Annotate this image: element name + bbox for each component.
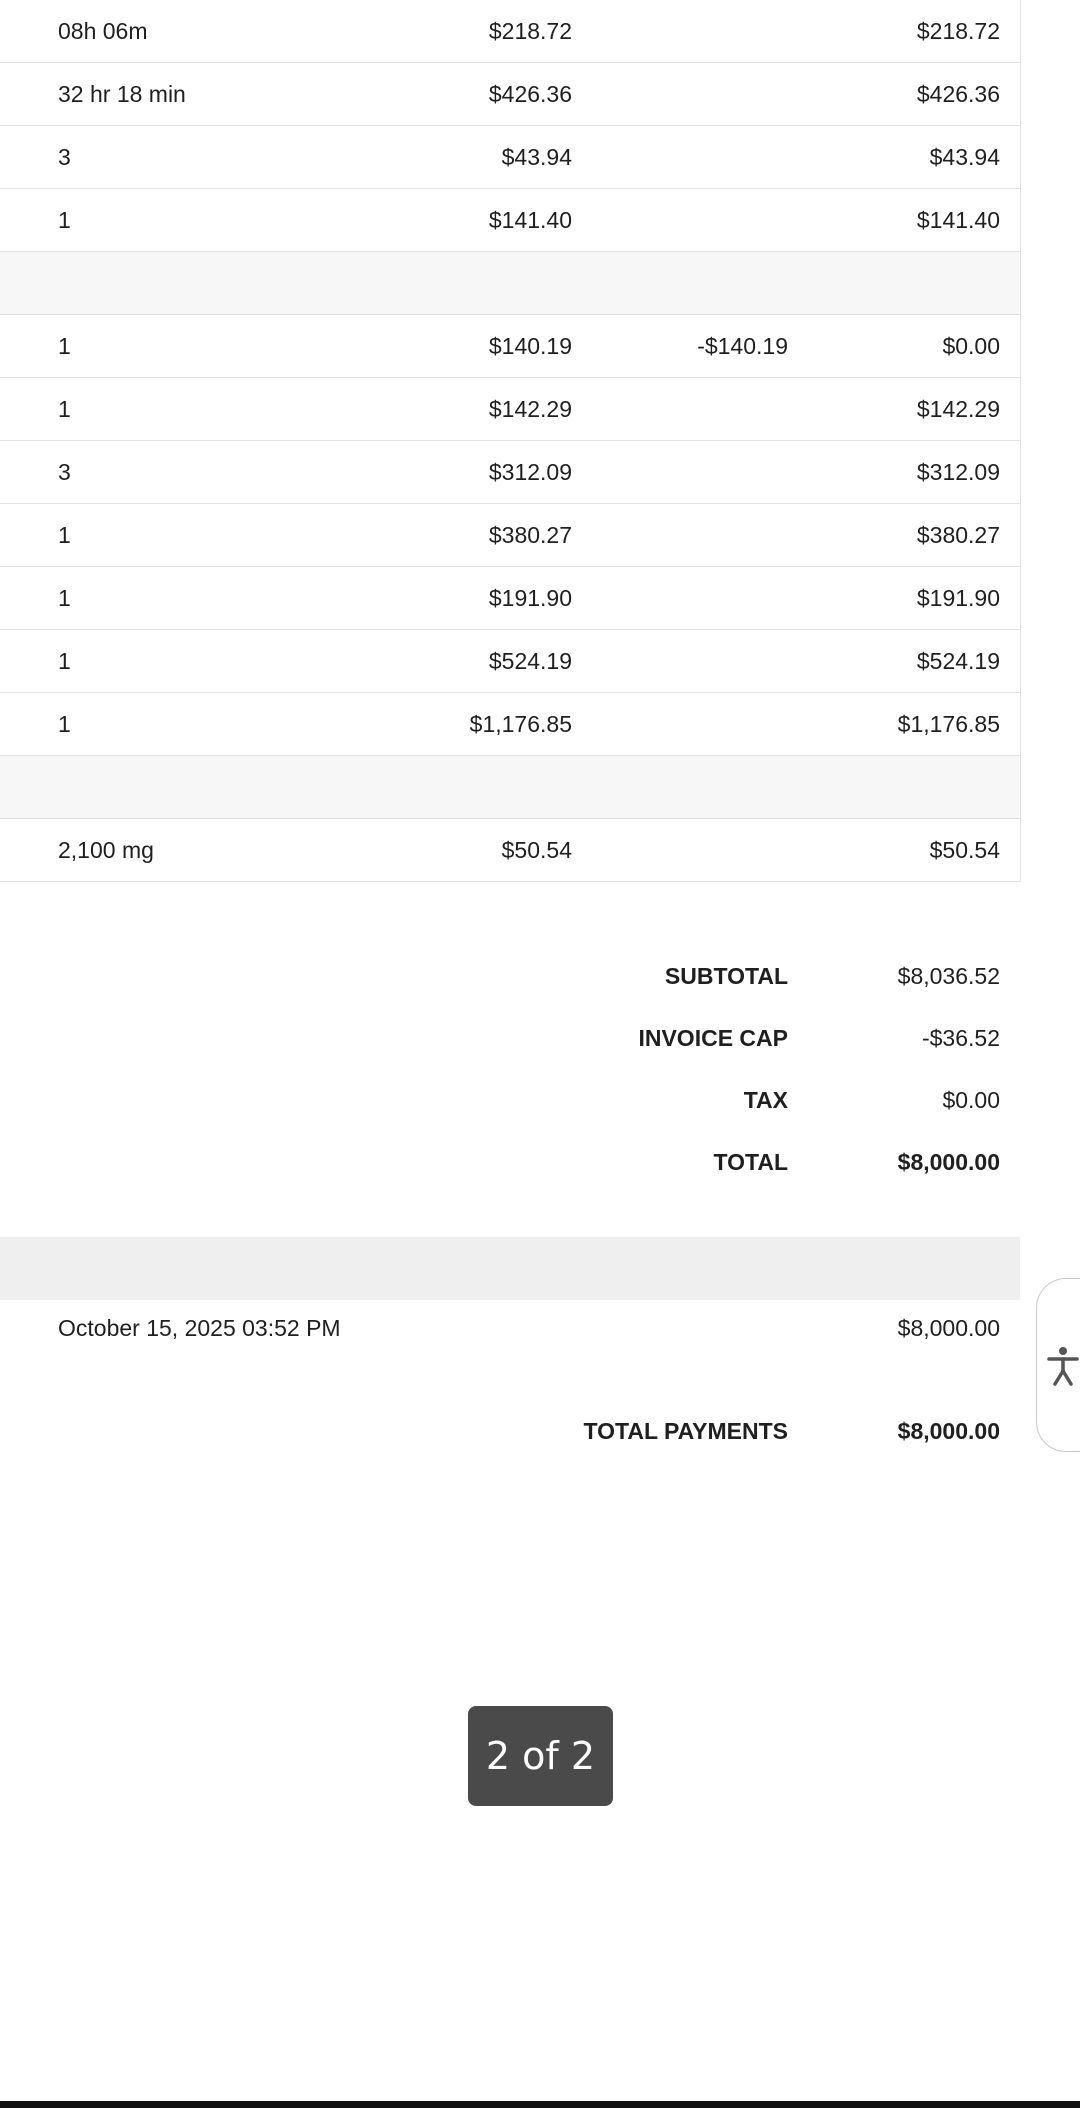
item-amount: $191.90 <box>916 585 1000 611</box>
item-price: $524.19 <box>488 648 572 674</box>
invoice-cap-row: INVOICE CAP -$36.52 <box>0 1007 1020 1069</box>
section-separator-row <box>0 252 1020 315</box>
item-adjustment: -$140.19 <box>697 333 788 359</box>
total-payments-value: $8,000.00 <box>897 1418 1000 1444</box>
line-items-table: 08h 06m $218.72 $218.72 32 hr 18 min $42… <box>0 0 1021 882</box>
item-amount: $218.72 <box>916 18 1000 44</box>
subtotal-label: SUBTOTAL <box>664 963 788 989</box>
table-row: 1 $142.29 $142.29 <box>0 378 1020 441</box>
item-quantity: 2,100 mg <box>58 837 154 863</box>
item-quantity: 1 <box>58 207 71 233</box>
item-price: $191.90 <box>488 585 572 611</box>
table-row: 08h 06m $218.72 $218.72 <box>0 0 1020 63</box>
item-price: $50.54 <box>501 837 572 863</box>
tax-value: $0.00 <box>942 1087 1000 1113</box>
total-label: TOTAL <box>713 1149 788 1175</box>
item-price: $426.36 <box>488 81 572 107</box>
accessibility-icon <box>1047 1347 1079 1386</box>
item-amount: $141.40 <box>916 207 1000 233</box>
page-indicator: 2 of 2 <box>468 1706 613 1806</box>
payment-date: October 15, 2025 03:52 PM <box>58 1315 341 1341</box>
total-payments-row: TOTAL PAYMENTS $8,000.00 <box>0 1400 1020 1462</box>
total-row: TOTAL $8,000.00 <box>0 1131 1020 1193</box>
item-amount: $43.94 <box>929 144 1000 170</box>
item-price: $1,176.85 <box>469 711 572 737</box>
item-quantity: 1 <box>58 396 71 422</box>
invoice-totals: SUBTOTAL $8,036.52 INVOICE CAP -$36.52 T… <box>0 945 1020 1193</box>
item-amount: $0.00 <box>942 333 1000 359</box>
item-quantity: 32 hr 18 min <box>58 81 186 107</box>
table-row: 1 $140.19 -$140.19 $0.00 <box>0 315 1020 378</box>
item-price: $140.19 <box>488 333 572 359</box>
total-payments-label: TOTAL PAYMENTS <box>583 1418 788 1444</box>
item-quantity: 1 <box>58 522 71 548</box>
table-row: 1 $141.40 $141.40 <box>0 189 1020 252</box>
item-amount: $312.09 <box>916 459 1000 485</box>
item-price: $218.72 <box>488 18 572 44</box>
table-row: 32 hr 18 min $426.36 $426.36 <box>0 63 1020 126</box>
table-row: 1 $191.90 $191.90 <box>0 567 1020 630</box>
table-row: 1 $1,176.85 $1,176.85 <box>0 693 1020 756</box>
accessibility-button[interactable] <box>1036 1278 1080 1452</box>
item-quantity: 1 <box>58 585 71 611</box>
item-amount: $1,176.85 <box>897 711 1000 737</box>
item-quantity: 3 <box>58 459 71 485</box>
item-amount: $142.29 <box>916 396 1000 422</box>
item-price: $312.09 <box>488 459 572 485</box>
item-amount: $524.19 <box>916 648 1000 674</box>
section-separator-row <box>0 756 1020 819</box>
item-quantity: 1 <box>58 648 71 674</box>
item-price: $43.94 <box>501 144 572 170</box>
tax-row: TAX $0.00 <box>0 1069 1020 1131</box>
item-quantity: 3 <box>58 144 71 170</box>
invoice-cap-label: INVOICE CAP <box>638 1025 788 1051</box>
subtotal-row: SUBTOTAL $8,036.52 <box>0 945 1020 1007</box>
table-row: 2,100 mg $50.54 $50.54 <box>0 819 1020 882</box>
subtotal-value: $8,036.52 <box>897 963 1000 989</box>
payment-amount: $8,000.00 <box>897 1315 1000 1341</box>
item-quantity: 08h 06m <box>58 18 148 44</box>
item-price: $141.40 <box>488 207 572 233</box>
tax-label: TAX <box>743 1087 788 1113</box>
bottom-edge-bar <box>0 2101 1080 2108</box>
payment-row: October 15, 2025 03:52 PM $8,000.00 <box>0 1300 1020 1356</box>
item-amount: $426.36 <box>916 81 1000 107</box>
item-amount: $50.54 <box>929 837 1000 863</box>
item-quantity: 1 <box>58 711 71 737</box>
item-price: $142.29 <box>488 396 572 422</box>
payments-header-bar <box>0 1237 1020 1300</box>
table-row: 3 $43.94 $43.94 <box>0 126 1020 189</box>
item-price: $380.27 <box>488 522 572 548</box>
table-row: 3 $312.09 $312.09 <box>0 441 1020 504</box>
invoice-cap-value: -$36.52 <box>921 1025 1000 1051</box>
item-amount: $380.27 <box>916 522 1000 548</box>
table-row: 1 $524.19 $524.19 <box>0 630 1020 693</box>
total-value: $8,000.00 <box>897 1149 1000 1175</box>
table-row: 1 $380.27 $380.27 <box>0 504 1020 567</box>
item-quantity: 1 <box>58 333 71 359</box>
